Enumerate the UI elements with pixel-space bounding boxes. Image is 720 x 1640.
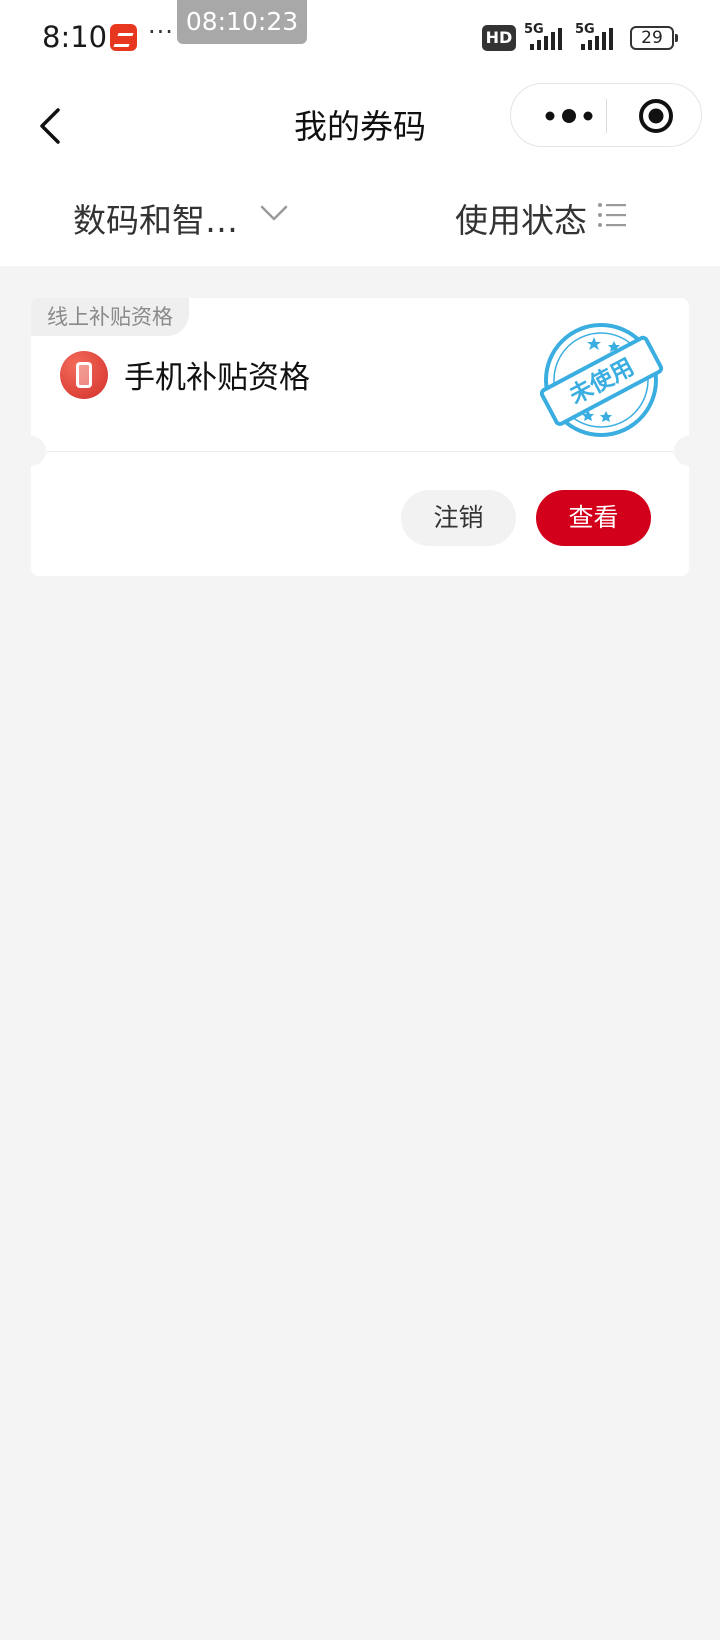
signal-icon: 5G (575, 22, 621, 52)
capsule-divider (606, 99, 607, 133)
voucher-card[interactable]: 线上补贴资格 手机补贴资格 未使用 注销 查看 (16, 298, 704, 576)
signal-icon: 5G (524, 22, 570, 52)
card-notch-left (16, 436, 46, 466)
chevron-down-icon[interactable] (259, 202, 289, 224)
category-filter[interactable]: 数码和智… (73, 194, 238, 242)
voucher-name: 手机补贴资格 (124, 360, 310, 396)
voucher-tag: 线上补贴资格 (31, 298, 189, 336)
nav-bar: 我的券码 (0, 76, 720, 176)
unused-stamp-icon: 未使用 (539, 323, 664, 437)
cancel-button[interactable]: 注销 (401, 490, 516, 546)
battery-icon: 29 (630, 26, 678, 50)
view-button[interactable]: 查看 (536, 490, 651, 546)
app-notification-icon (110, 24, 137, 51)
status-bar: 8:10 ··· 08:10:23 HD 5G 5G 29 (0, 0, 720, 76)
clock-overlay: 08:10:23 (177, 0, 307, 44)
card-notch-right (674, 436, 704, 466)
status-filter[interactable]: 使用状态 (455, 194, 587, 242)
more-dots-icon[interactable] (539, 102, 599, 130)
filter-bar: 数码和智… 使用状态 (0, 176, 720, 266)
hd-voice-icon: HD (482, 25, 516, 51)
status-time: 8:10 (42, 20, 108, 54)
target-circle-icon[interactable] (638, 98, 674, 134)
mini-program-capsule (510, 83, 702, 147)
status-overflow: ··· (148, 18, 174, 46)
list-icon[interactable] (597, 200, 627, 230)
phone-icon (60, 351, 108, 399)
card-divider (46, 451, 674, 452)
